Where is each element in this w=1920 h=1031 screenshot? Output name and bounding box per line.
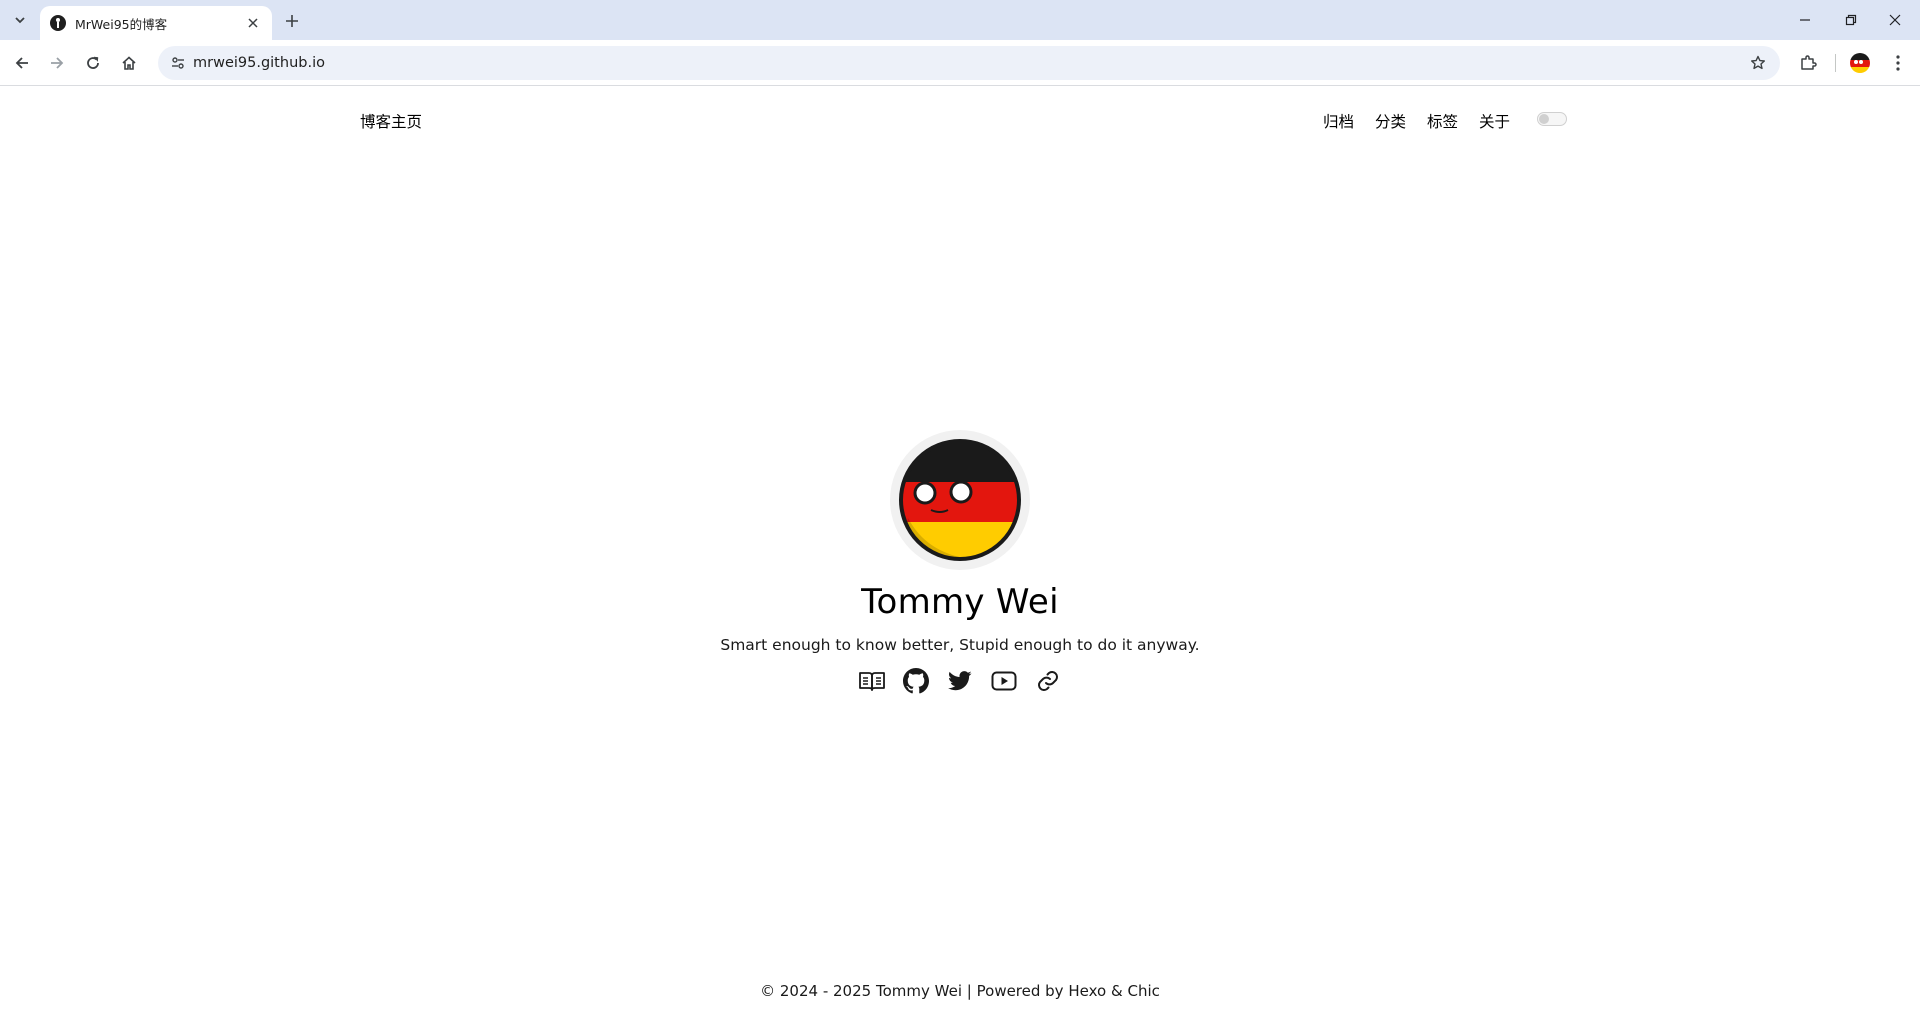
tab-search-button[interactable] — [7, 8, 33, 32]
blog-book-link[interactable] — [859, 668, 885, 694]
tab-close-icon[interactable] — [244, 14, 262, 32]
forward-button[interactable] — [43, 49, 71, 77]
blog-home-link[interactable]: 博客主页 — [360, 110, 422, 132]
browser-menu-button[interactable] — [1884, 49, 1912, 77]
profile-section: Tommy Wei Smart enough to know better, S… — [0, 430, 1920, 694]
youtube-icon — [991, 671, 1017, 691]
footer-powered-by: Powered by — [976, 982, 1064, 1000]
reload-button[interactable] — [79, 49, 107, 77]
bookmark-star-icon[interactable] — [1746, 51, 1770, 75]
twitter-icon — [948, 671, 972, 691]
extensions-button[interactable] — [1794, 49, 1822, 77]
author-bio: Smart enough to know better, Stupid enou… — [720, 636, 1200, 654]
footer-separator: | — [966, 982, 972, 1000]
tab-title: MrWei95的博客 — [75, 16, 168, 32]
minimize-icon — [1800, 19, 1810, 21]
site-footer: © 2024 - 2025 Tommy Wei | Powered by Hex… — [0, 982, 1920, 1000]
reload-icon — [87, 56, 99, 69]
nav-archive-link[interactable]: 归档 — [1323, 110, 1354, 132]
github-icon — [903, 668, 929, 694]
nav-tags-link[interactable]: 标签 — [1427, 110, 1458, 132]
github-link[interactable] — [903, 668, 929, 694]
arrow-right-icon — [51, 57, 64, 69]
footer-copyright: © 2024 - 2025 — [760, 982, 872, 1000]
hexo-link[interactable]: Hexo — [1068, 982, 1106, 1000]
window-minimize-button[interactable] — [1786, 6, 1824, 34]
address-bar[interactable]: mrwei95.github.io — [158, 46, 1780, 80]
youtube-link[interactable] — [991, 668, 1017, 694]
toolbar-separator — [1835, 54, 1836, 72]
browser-tab-active[interactable]: MrWei95的博客 — [40, 6, 272, 40]
more-vertical-icon — [1896, 55, 1900, 71]
close-icon — [1889, 14, 1901, 26]
nav-categories-link[interactable]: 分类 — [1375, 110, 1406, 132]
author-avatar — [890, 430, 1030, 570]
window-close-button[interactable] — [1876, 6, 1914, 34]
browser-toolbar: mrwei95.github.io — [0, 40, 1920, 86]
main-nav: 归档 分类 标签 关于 — [1323, 110, 1531, 132]
address-url[interactable]: mrwei95.github.io — [193, 46, 325, 80]
footer-ampersand: & — [1110, 982, 1123, 1000]
window-restore-button[interactable] — [1832, 6, 1870, 34]
puzzle-icon — [1801, 55, 1817, 70]
twitter-link[interactable] — [947, 668, 973, 694]
browser-tabstrip: MrWei95的博客 — [0, 0, 1920, 40]
website-link[interactable] — [1035, 668, 1061, 694]
back-button[interactable] — [8, 49, 36, 77]
home-icon — [122, 56, 136, 70]
restore-icon — [1845, 14, 1857, 26]
link-icon — [1038, 671, 1058, 691]
chevron-down-icon — [15, 17, 25, 24]
toggle-knob — [1539, 114, 1549, 124]
profile-avatar — [1850, 53, 1870, 73]
nav-about-link[interactable]: 关于 — [1479, 110, 1510, 132]
site-favicon-icon — [50, 15, 66, 31]
germany-ball-avatar — [899, 439, 1021, 561]
social-links — [0, 668, 1920, 694]
profile-button[interactable] — [1846, 49, 1874, 77]
plus-icon — [286, 15, 298, 27]
book-icon — [859, 672, 885, 691]
author-name: Tommy Wei — [861, 582, 1059, 622]
arrow-left-icon — [15, 57, 28, 69]
site-header: 博客主页 归档 分类 标签 关于 — [0, 86, 1920, 152]
chic-theme-link[interactable]: Chic — [1127, 982, 1159, 1000]
dark-mode-toggle[interactable] — [1537, 112, 1567, 126]
new-tab-button[interactable] — [280, 9, 304, 33]
site-info-icon[interactable] — [166, 51, 190, 75]
footer-author: Tommy Wei — [875, 982, 962, 1000]
home-button[interactable] — [115, 49, 143, 77]
